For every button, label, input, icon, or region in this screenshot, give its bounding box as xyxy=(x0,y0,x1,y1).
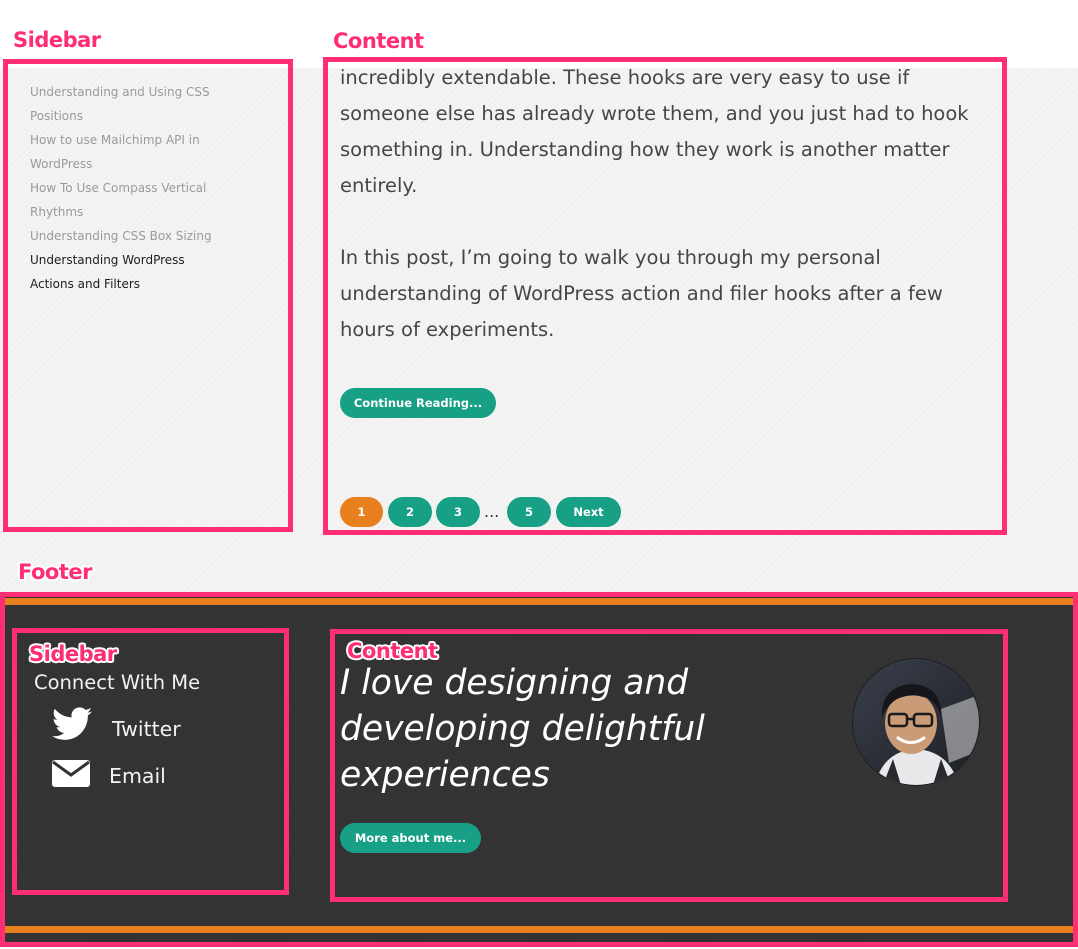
footer-content-annotation-label: Content xyxy=(347,639,438,663)
footer-content-annotation-box xyxy=(330,629,1008,902)
footer-sidebar-annotation-label: Sidebar xyxy=(29,642,117,666)
footer-sidebar-annotation-box xyxy=(12,628,289,895)
sidebar-annotation-box xyxy=(3,59,293,532)
footer-annotation-label: Footer xyxy=(18,560,93,584)
sidebar-annotation-label: Sidebar xyxy=(13,28,101,52)
content-annotation-box xyxy=(323,57,1007,535)
content-annotation-label: Content xyxy=(333,29,424,53)
